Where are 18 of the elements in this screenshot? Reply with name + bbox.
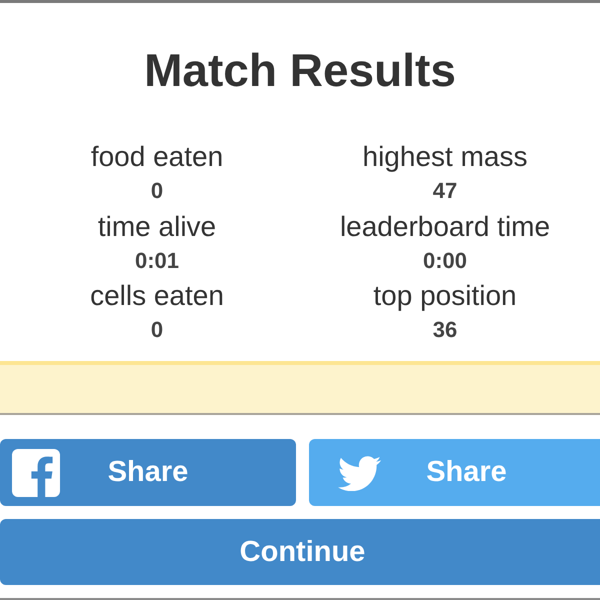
- f-square-icon: [12, 448, 60, 496]
- stat-label: leaderboard time: [340, 210, 550, 242]
- stat-label: time alive: [98, 210, 216, 242]
- bird-icon: [338, 454, 381, 490]
- stat-label: top position: [373, 279, 517, 312]
- stat-label: cells eaten: [90, 279, 224, 312]
- share-button[interactable]: Share: [309, 439, 600, 506]
- share-button[interactable]: Share: [0, 439, 296, 506]
- stat-label: food eaten: [90, 140, 224, 173]
- continue-button[interactable]: Continue: [0, 519, 600, 585]
- stat-value: 0: [150, 177, 164, 205]
- stat-value: 47: [432, 177, 458, 205]
- stat-value: 0:00: [422, 246, 468, 274]
- stat-value: 36: [432, 316, 458, 344]
- stat-value: 0: [150, 316, 164, 344]
- stat-label: highest mass: [362, 140, 528, 173]
- dialog-title: Match Results: [144, 44, 456, 96]
- stat-value: 0:01: [134, 246, 180, 274]
